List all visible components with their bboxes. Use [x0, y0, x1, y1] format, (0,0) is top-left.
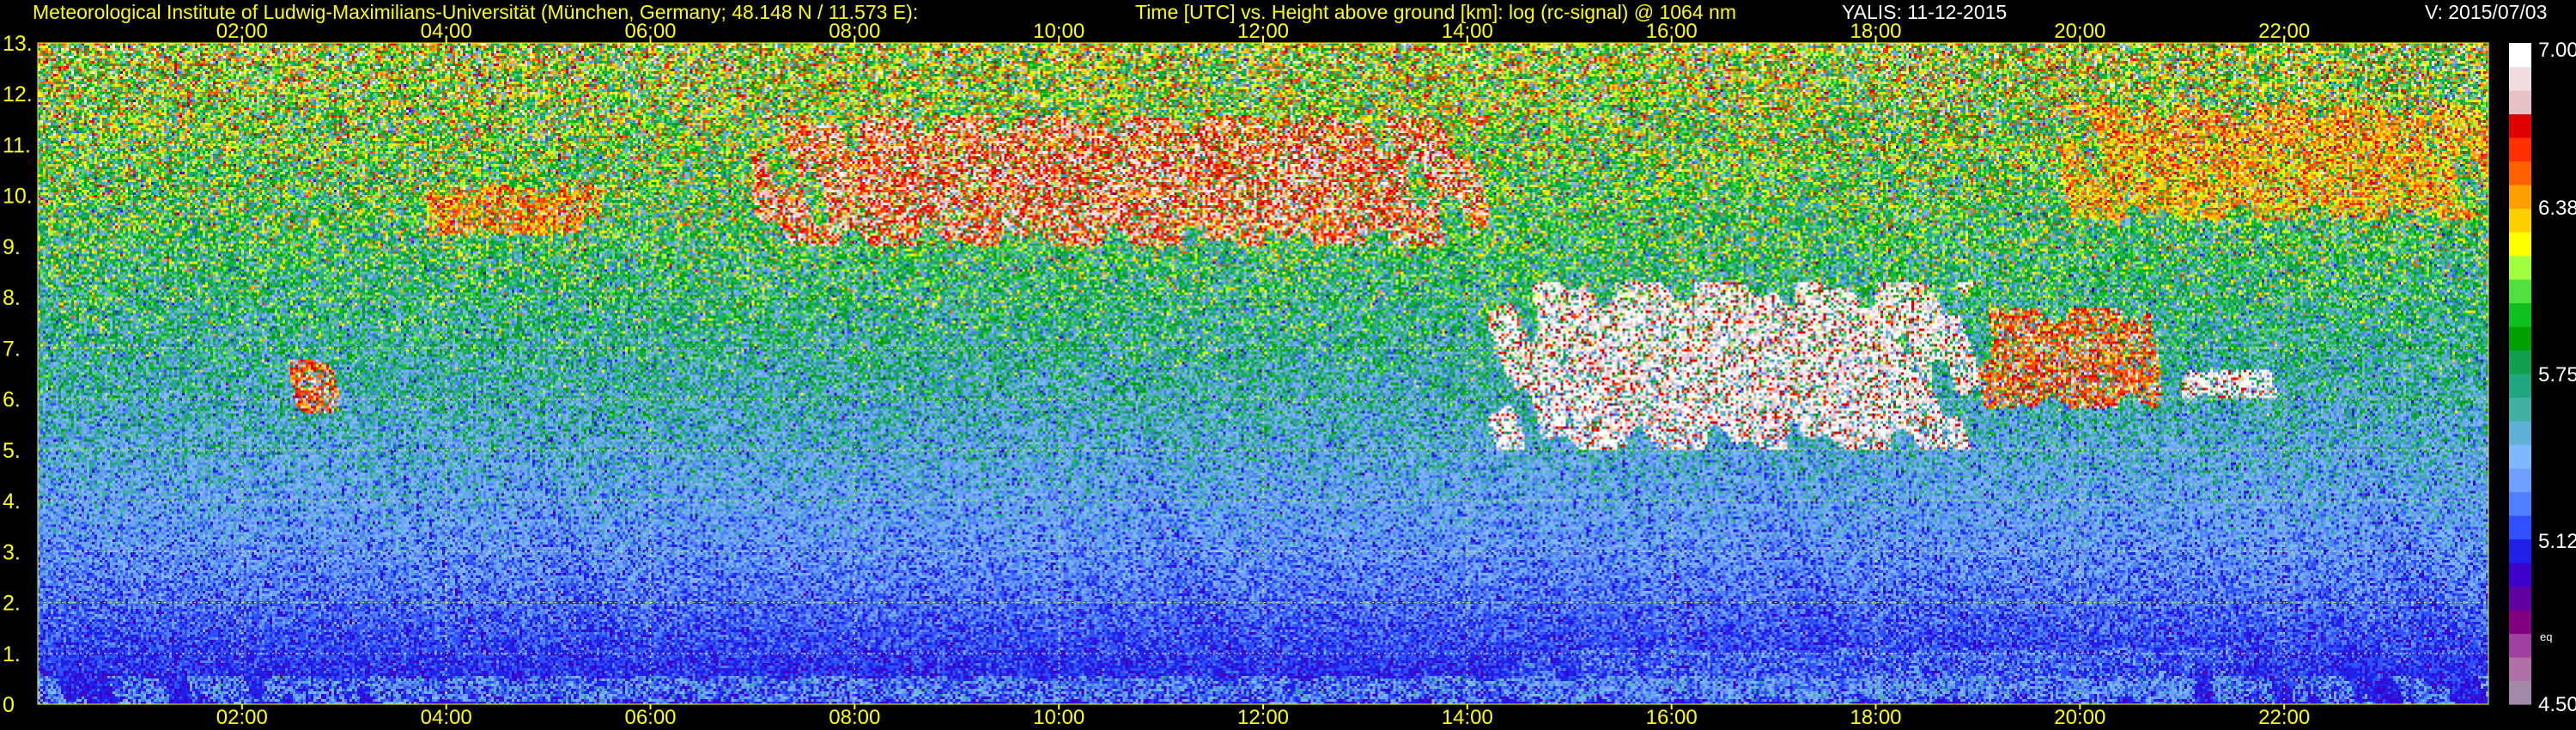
- y-tick-label: 8.: [3, 286, 21, 310]
- x-tick-label-bottom: 14:00: [1442, 706, 1493, 729]
- y-tick-label: 6.: [3, 388, 21, 412]
- colorbar-segment: [2509, 90, 2531, 115]
- y-tick-label: 4.: [3, 490, 21, 514]
- x-tick-label-bottom: 22:00: [2258, 706, 2310, 729]
- y-tick-label: 5.: [3, 439, 21, 463]
- colorbar-segment: [2509, 208, 2531, 233]
- x-tick-label-top: 18:00: [1850, 20, 1901, 43]
- x-tick-label-bottom: 08:00: [829, 706, 880, 729]
- colorbar-segment: [2509, 397, 2531, 422]
- x-tick-label-top: 16:00: [1646, 20, 1698, 43]
- colorbar: [2509, 43, 2531, 705]
- x-tick-label-top: 04:00: [421, 20, 472, 43]
- lidar-quicklook: Meteorological Institute of Ludwig-Maxim…: [0, 0, 2576, 730]
- colorbar-side-label: eq: [2540, 630, 2552, 643]
- x-tick-label-top: 02:00: [216, 20, 268, 43]
- x-tick-label-top: 08:00: [829, 20, 880, 43]
- colorbar-segment: [2509, 350, 2531, 374]
- y-tick-label: 11.: [3, 133, 31, 157]
- colorbar-segment: [2509, 232, 2531, 257]
- colorbar-segment: [2509, 491, 2531, 516]
- colorbar-tick-label: 5.75: [2538, 363, 2576, 386]
- colorbar-segment: [2509, 515, 2531, 540]
- colorbar-tick-label: 6.38: [2538, 197, 2576, 220]
- y-tick-label: 9.: [3, 235, 21, 259]
- chart-svg: 0 1. 2. 3. 4. 5. 6. 7. 8. 9. 10. 11. 12. 13. 02:00 02:…: [3, 20, 2576, 729]
- y-tick-label: 0: [3, 693, 15, 717]
- colorbar-tick-label: 7.00: [2538, 39, 2576, 62]
- x-tick-label-bottom: 20:00: [2054, 706, 2105, 729]
- colorbar-segment: [2509, 680, 2531, 705]
- x-tick-label-top: 10:00: [1033, 20, 1084, 43]
- colorbar-segment: [2509, 161, 2531, 186]
- x-tick-label-top: 06:00: [624, 20, 676, 43]
- x-tick-label-top: 12:00: [1237, 20, 1289, 43]
- y-tick-label: 3.: [3, 540, 21, 564]
- colorbar-segment: [2509, 302, 2531, 327]
- colorbar-segment: [2509, 113, 2531, 138]
- colorbar-segment: [2509, 468, 2531, 493]
- x-tick-label-bottom: 10:00: [1033, 706, 1084, 729]
- colorbar-ticks: 7.00 6.38 5.75 5.12 4.50: [2538, 39, 2576, 716]
- x-tick-label-bottom: 18:00: [1850, 706, 1901, 729]
- x-tick-label-bottom: 02:00: [216, 706, 268, 729]
- x-tick-label-bottom: 06:00: [624, 706, 676, 729]
- colorbar-segment: [2509, 421, 2531, 446]
- x-tick-label-bottom: 04:00: [421, 706, 472, 729]
- y-tick-label: 13.: [3, 32, 33, 56]
- colorbar-segment: [2509, 563, 2531, 587]
- colorbar-segment: [2509, 657, 2531, 682]
- y-tick-label: 7.: [3, 337, 21, 361]
- y-tick-label: 10.: [3, 185, 33, 209]
- colorbar-segment: [2509, 374, 2531, 398]
- colorbar-tick-label: 4.50: [2538, 693, 2576, 716]
- colorbar-segment: [2509, 610, 2531, 635]
- y-tick-label: 1.: [3, 642, 21, 666]
- x-tick-label-top: 14:00: [1442, 20, 1493, 43]
- colorbar-segment: [2509, 137, 2531, 162]
- colorbar-tick-label: 5.12: [2538, 530, 2576, 553]
- colorbar-segment: [2509, 444, 2531, 469]
- x-tick-label-bottom: 12:00: [1237, 706, 1289, 729]
- colorbar-segment: [2509, 185, 2531, 210]
- colorbar-segment: [2509, 326, 2531, 351]
- colorbar-segment: [2509, 538, 2531, 563]
- colorbar-segment: [2509, 279, 2531, 304]
- x-tick-label-top: 22:00: [2258, 20, 2310, 43]
- y-tick-label: 12.: [3, 82, 33, 106]
- y-axis-ticks: 0 1. 2. 3. 4. 5. 6. 7. 8. 9. 10. 11. 12. 13.: [3, 32, 33, 717]
- colorbar-segment: [2509, 586, 2531, 611]
- colorbar-segment: [2509, 255, 2531, 280]
- x-tick-label-top: 20:00: [2054, 20, 2105, 43]
- y-tick-label: 2.: [3, 592, 21, 616]
- colorbar-segment: [2509, 43, 2531, 68]
- x-tick-label-bottom: 16:00: [1646, 706, 1698, 729]
- colorbar-segment: [2509, 633, 2531, 658]
- colorbar-segment: [2509, 66, 2531, 91]
